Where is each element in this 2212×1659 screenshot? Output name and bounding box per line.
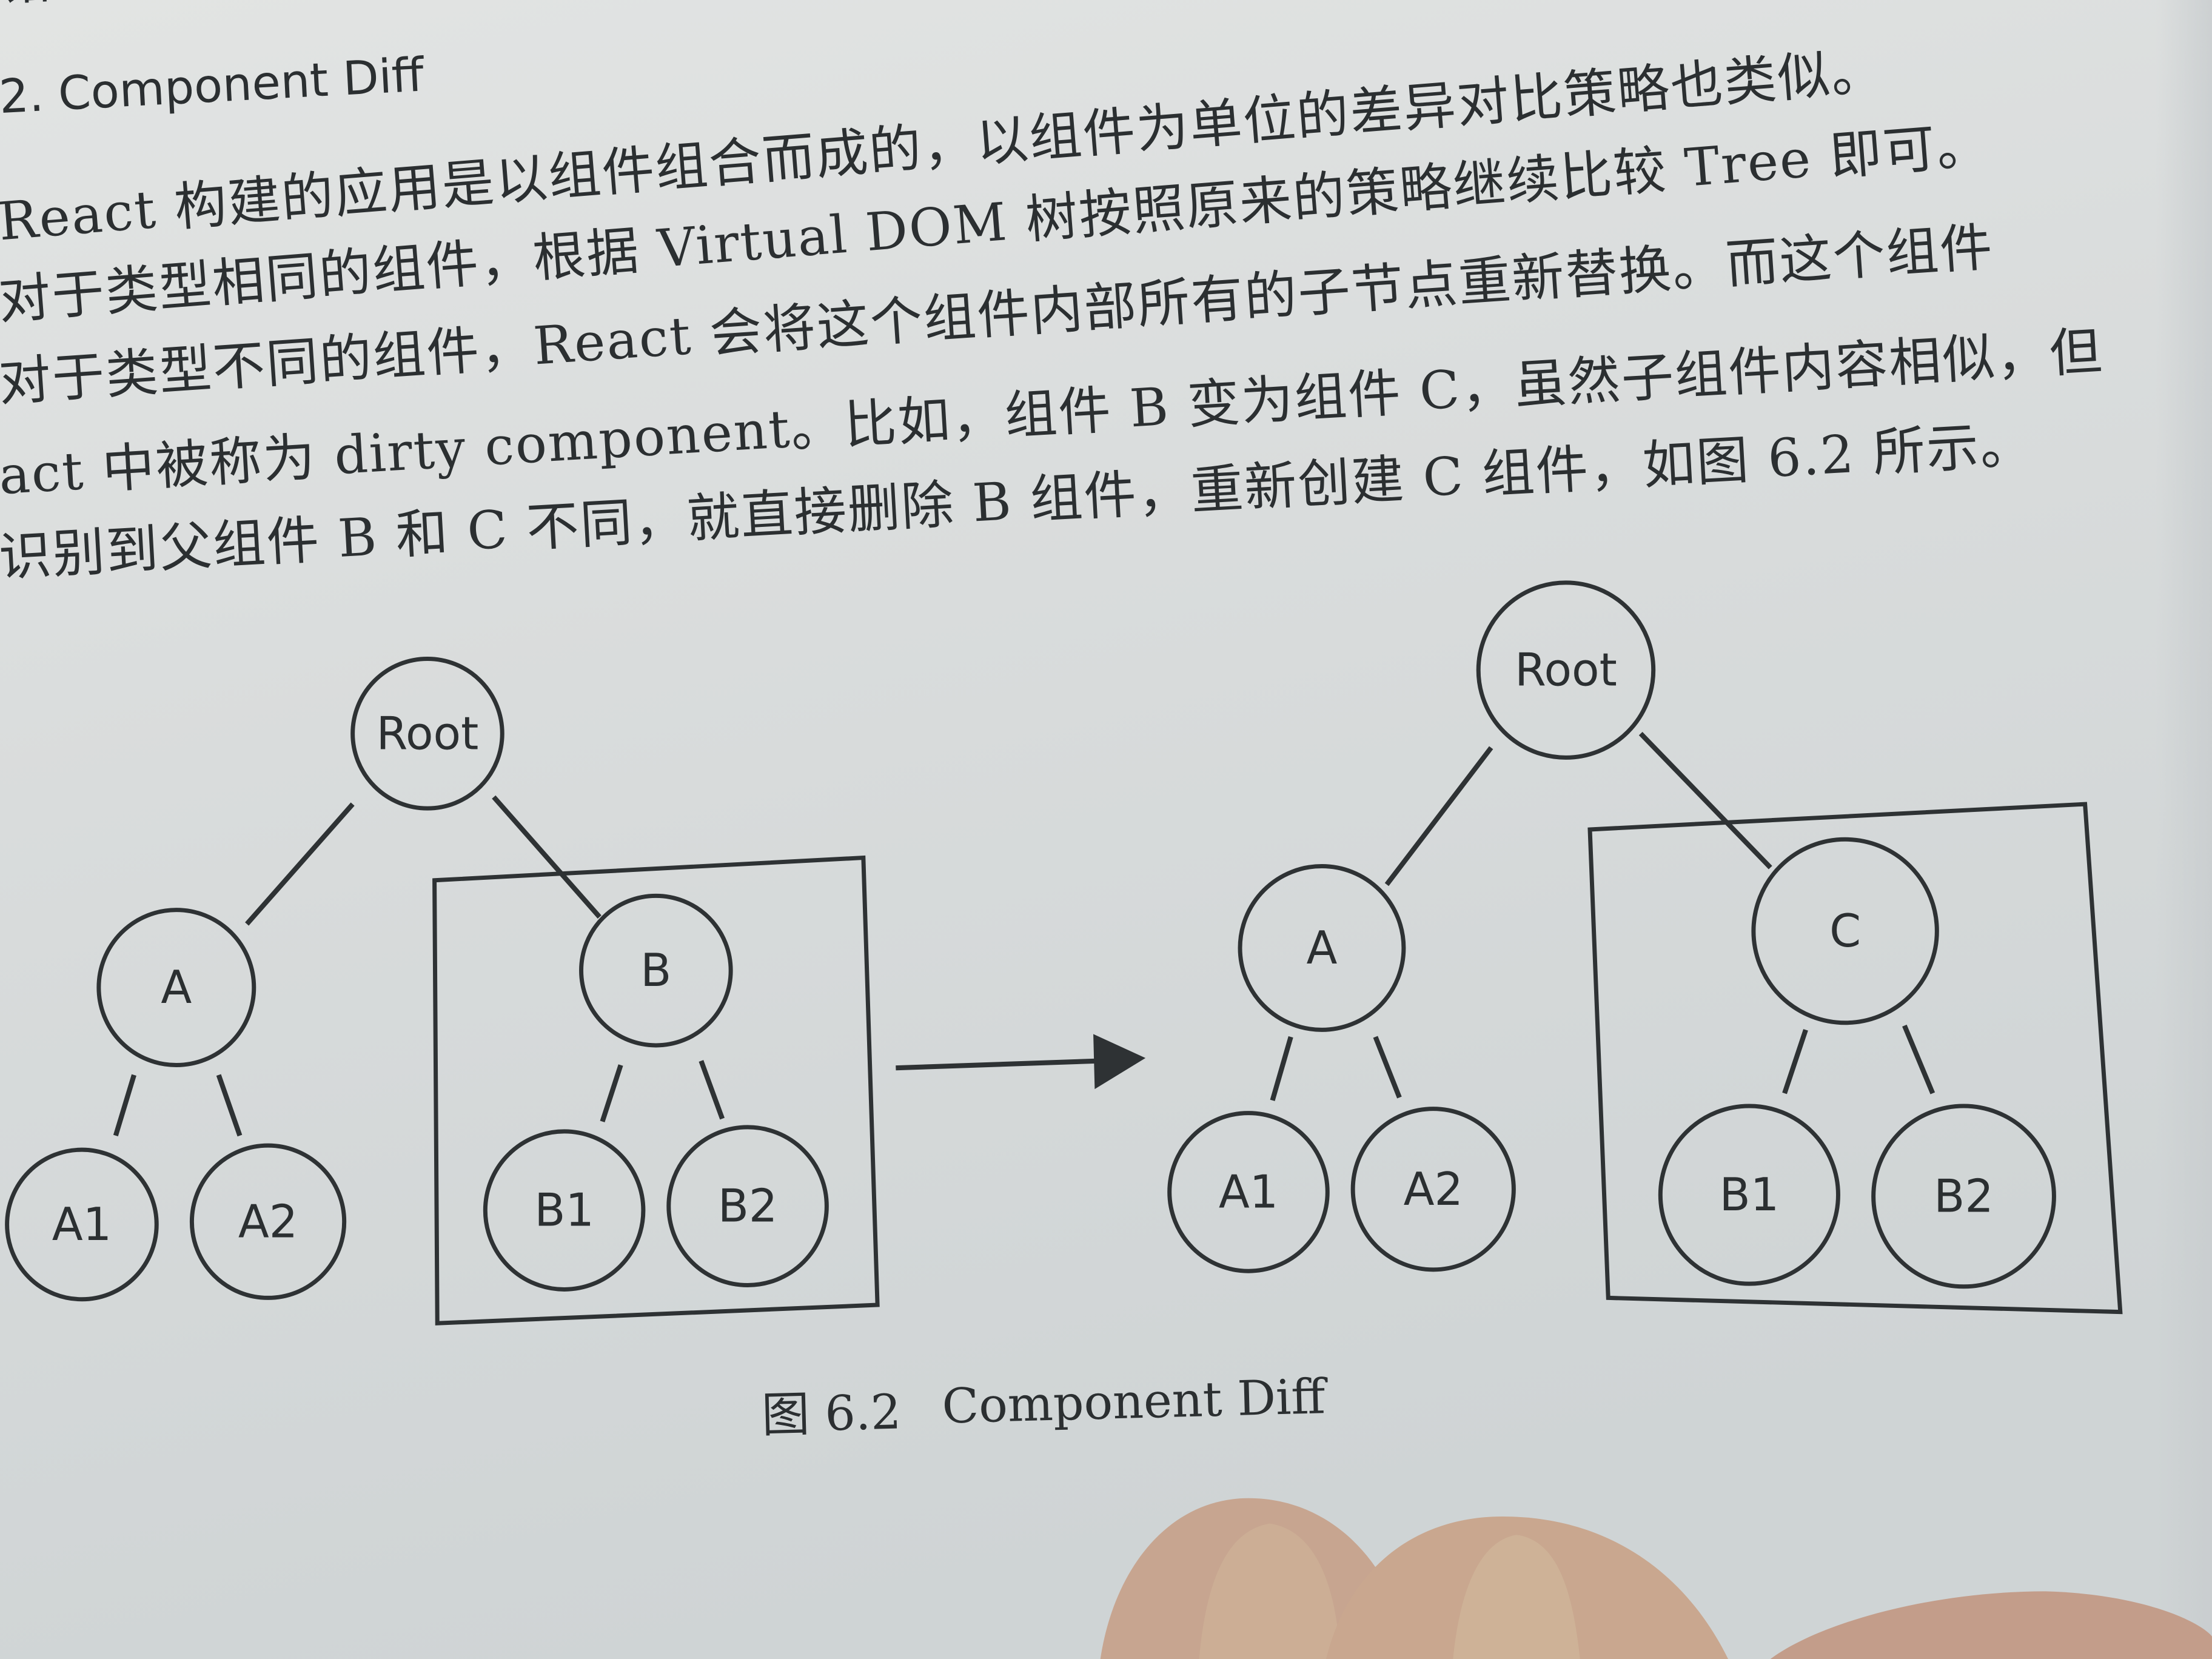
svg-text:A: A [1306,922,1337,974]
svg-text:Root: Root [1515,644,1617,697]
svg-text:A: A [161,961,192,1014]
svg-text:B1: B1 [534,1184,594,1237]
svg-text:A2: A2 [238,1195,298,1248]
page-edge [2155,0,2212,1659]
figure-title: Component Diff [942,1369,1329,1435]
svg-text:Root: Root [377,707,479,760]
book-page-photo: 错的方式。 2. Component Diff React 构建的应用是以组件组… [0,0,2212,1659]
svg-text:A2: A2 [1404,1163,1463,1216]
svg-text:A1: A1 [1219,1165,1278,1218]
figure-number: 图 6.2 [761,1384,902,1443]
svg-text:B2: B2 [718,1180,777,1233]
svg-text:B2: B2 [1934,1170,1993,1222]
svg-text:B: B [640,944,671,997]
svg-text:B1: B1 [1720,1168,1779,1221]
svg-text:A1: A1 [52,1198,112,1251]
svg-text:C: C [1829,905,1861,957]
